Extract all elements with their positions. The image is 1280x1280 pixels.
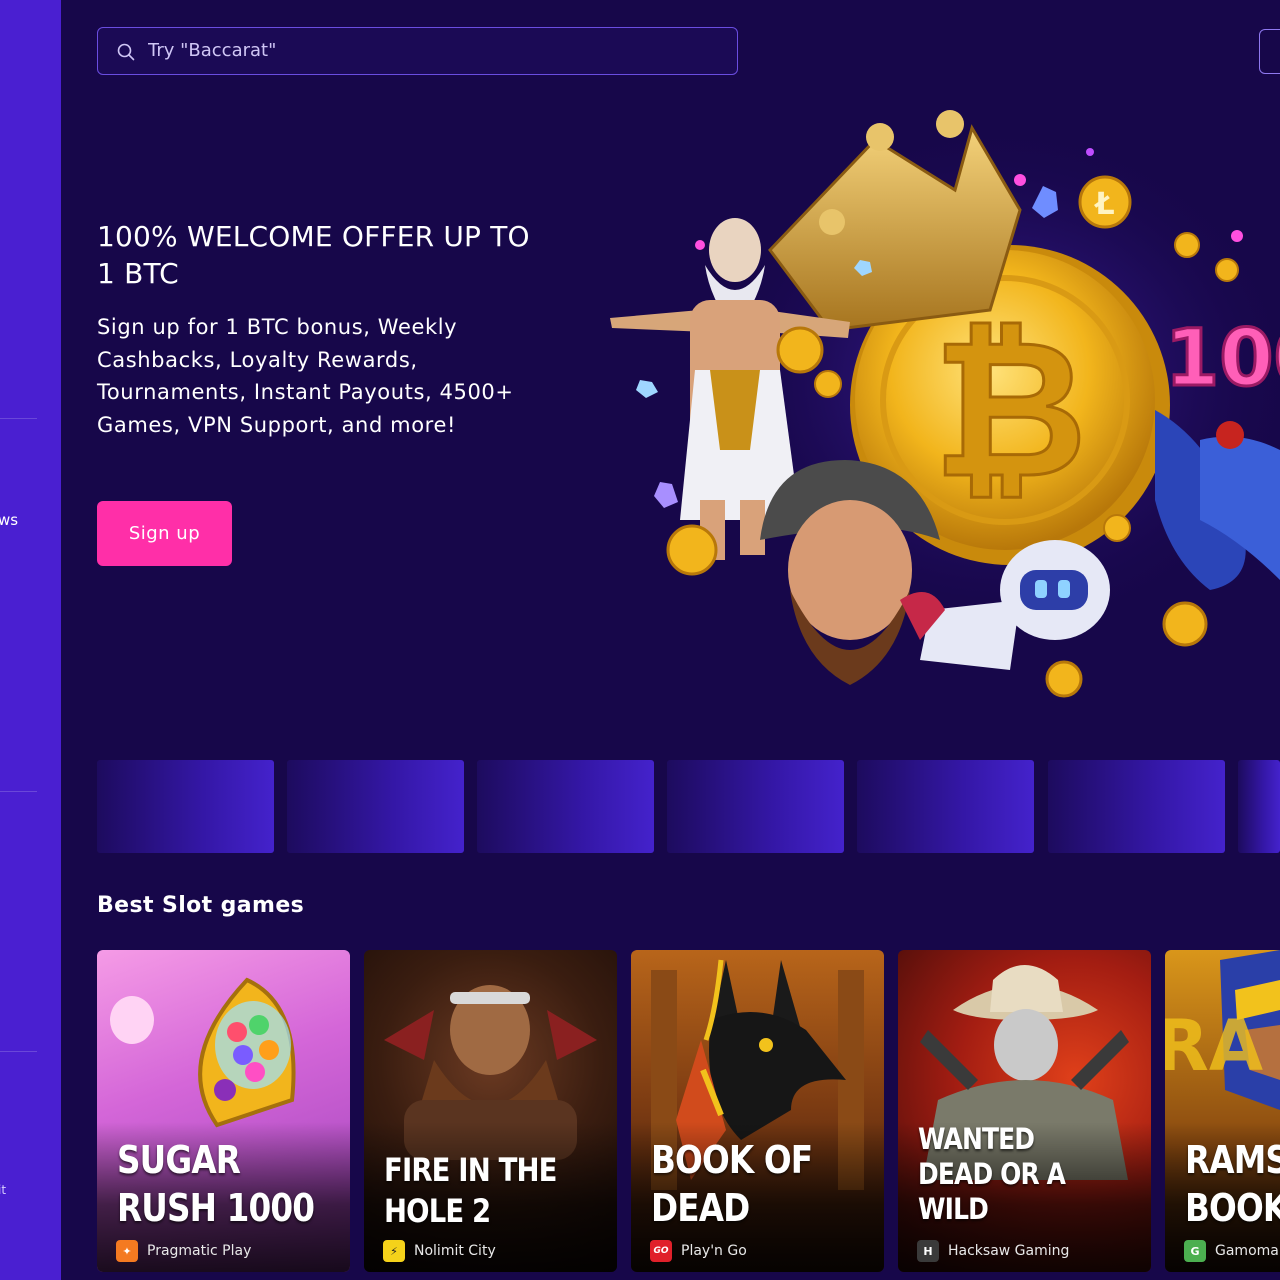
sidebar-divider — [0, 791, 37, 792]
hacksaw-icon: H — [917, 1240, 939, 1262]
sidebar-divider — [0, 1051, 37, 1052]
hero-description: Sign up for 1 BTC bonus, Weekly Cashback… — [97, 315, 514, 437]
search-icon — [117, 43, 135, 61]
game-title: FIRE IN THE HOLE 2 — [384, 1151, 557, 1230]
promo-tile-6[interactable] — [1048, 760, 1225, 853]
promo-tile-7[interactable] — [1238, 760, 1280, 853]
hero-illustration: ₿ 100 Ł — [610, 110, 1280, 698]
game-provider: GO Play'n Go — [650, 1240, 747, 1262]
promo-tile-3[interactable] — [477, 760, 654, 853]
sidebar: ws it — [0, 0, 61, 1280]
promo-tile-2[interactable] — [287, 760, 464, 853]
game-provider: ✦ Pragmatic Play — [116, 1240, 251, 1262]
game-title: SUGAR RUSH 1000 — [117, 1138, 315, 1230]
section-title-best-slots: Best Slot games — [97, 893, 305, 918]
provider-name: Pragmatic Play — [147, 1243, 252, 1259]
game-title: RAMS BOOK — [1185, 1138, 1280, 1230]
hero-badge-text: 100 — [1165, 314, 1280, 404]
sidebar-item-news[interactable]: ws — [0, 511, 18, 529]
provider-name: Gamoma — [1215, 1243, 1279, 1259]
svg-text:RA: RA — [1165, 1005, 1263, 1087]
sidebar-item-partial[interactable]: it — [0, 1183, 6, 1197]
provider-name: Nolimit City — [414, 1243, 496, 1259]
game-provider: ⚡ Nolimit City — [383, 1240, 496, 1262]
gamomat-icon: G — [1184, 1240, 1206, 1262]
provider-name: Play'n Go — [681, 1243, 747, 1259]
game-card[interactable]: BOOK OF DEAD GO Play'n Go — [631, 950, 884, 1272]
game-title: BOOK OF DEAD — [651, 1138, 813, 1230]
game-card[interactable]: FIRE IN THE HOLE 2 ⚡ Nolimit City — [364, 950, 617, 1272]
svg-text:₿: ₿ — [933, 299, 1088, 520]
nolimit-city-icon: ⚡ — [383, 1240, 405, 1262]
promo-tile-5[interactable] — [857, 760, 1034, 853]
playngo-icon: GO — [650, 1240, 672, 1262]
game-card[interactable]: SUGAR RUSH 1000 ✦ Pragmatic Play — [97, 950, 350, 1272]
promo-tile-4[interactable] — [667, 760, 844, 853]
svg-text:Ł: Ł — [1093, 187, 1114, 222]
promo-tile-1[interactable] — [97, 760, 274, 853]
crown — [768, 124, 1022, 332]
game-card[interactable]: RA RAMS BOOK G Gamoma — [1165, 950, 1280, 1272]
sidebar-divider — [0, 418, 37, 419]
search-bar[interactable] — [97, 27, 738, 75]
hero-title: 100% WELCOME OFFER UP TO 1 BTC — [97, 220, 530, 290]
sign-up-button[interactable]: Sign up — [97, 501, 232, 566]
search-input[interactable] — [148, 28, 728, 73]
provider-name: Hacksaw Gaming — [948, 1243, 1070, 1259]
game-provider: H Hacksaw Gaming — [917, 1240, 1069, 1262]
game-card[interactable]: WANTED DEAD OR A WILD H Hacksaw Gaming — [898, 950, 1151, 1272]
pragmatic-play-icon: ✦ — [116, 1240, 138, 1262]
game-provider: G Gamoma — [1184, 1240, 1279, 1262]
game-title: WANTED DEAD OR A WILD — [918, 1122, 1066, 1226]
header-action-button[interactable] — [1259, 29, 1280, 74]
